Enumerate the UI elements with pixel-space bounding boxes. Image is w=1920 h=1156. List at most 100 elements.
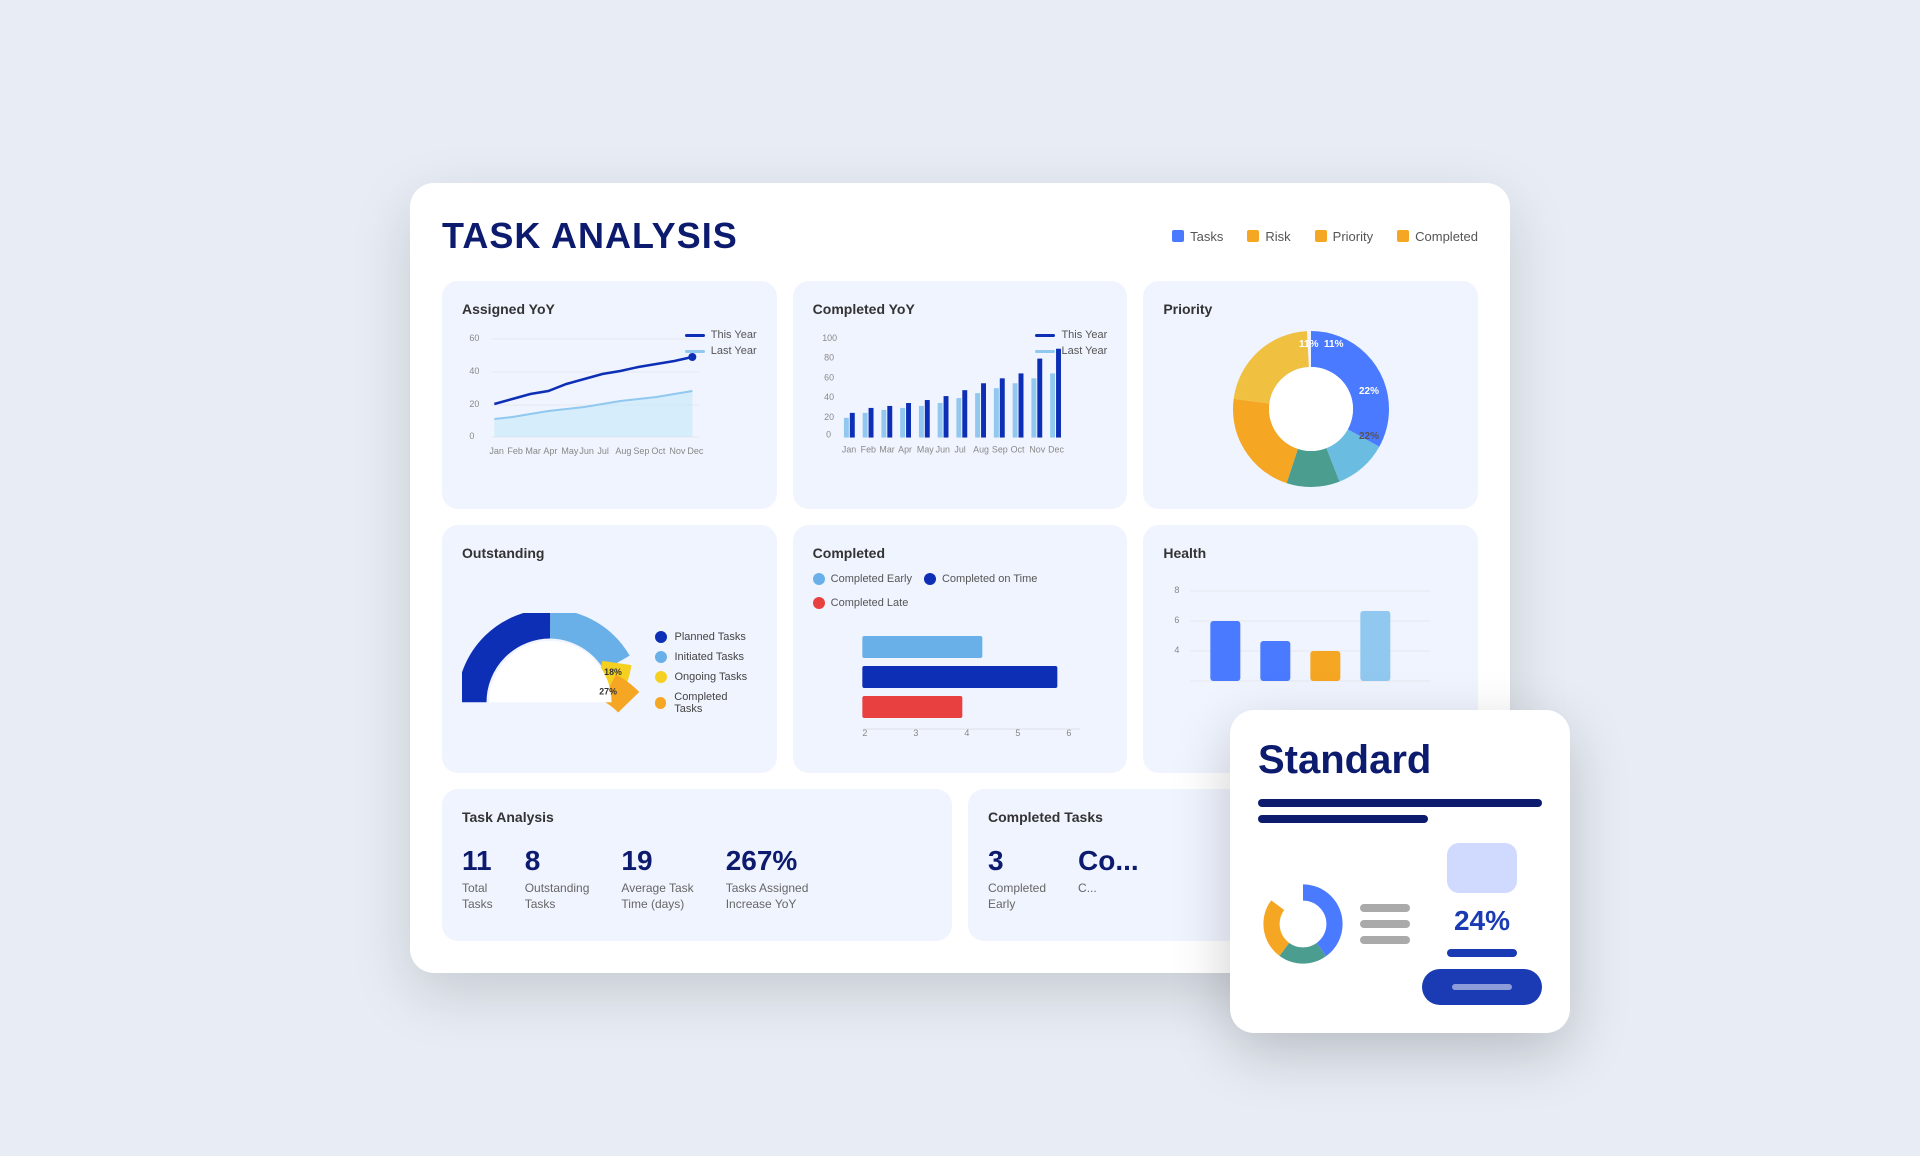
assigned-yoy-legend: This Year Last Year (685, 329, 757, 357)
svg-text:33%: 33% (1273, 405, 1293, 416)
svg-text:27%: 27% (599, 687, 617, 697)
stat-outstanding-tasks: 8 OutstandingTasks (525, 845, 590, 912)
svg-text:Oct: Oct (1010, 445, 1024, 455)
completed-tasks-legend: Completed Tasks (655, 691, 757, 715)
stat-total-tasks-value: 11 (462, 845, 493, 877)
standard-bottom: 24% (1258, 843, 1542, 1005)
svg-text:4: 4 (1175, 645, 1180, 655)
stat-completed-other-value: Co... (1078, 845, 1139, 877)
svg-text:Jan: Jan (489, 446, 504, 456)
standard-percent-area: 24% (1422, 843, 1542, 1005)
legend-priority[interactable]: Priority (1315, 229, 1373, 244)
page-title: TASK ANALYSIS (442, 215, 738, 257)
svg-text:20: 20 (824, 412, 834, 422)
svg-text:Sep: Sep (992, 445, 1008, 455)
legend-tasks-label: Tasks (1190, 229, 1223, 244)
stat-avg-time-label: Average TaskTime (days) (621, 881, 693, 912)
stat-increase-yoy-label: Tasks AssignedIncrease YoY (726, 881, 809, 912)
svg-text:Dec: Dec (1048, 445, 1064, 455)
completed-yoy-title: Completed YoY (813, 301, 1108, 317)
stat-total-tasks-label: TotalTasks (462, 881, 493, 912)
completed-bars-title: Completed (813, 545, 1108, 561)
svg-text:Feb: Feb (860, 445, 875, 455)
task-analysis-stats: 11 TotalTasks 8 OutstandingTasks 19 Aver… (462, 837, 932, 920)
task-analysis-title: Task Analysis (462, 809, 932, 825)
planned-tasks-legend: Planned Tasks (655, 631, 757, 643)
legend-completed[interactable]: Completed (1397, 229, 1478, 244)
stat-increase-yoy: 267% Tasks AssignedIncrease YoY (726, 845, 809, 912)
standard-card-title: Standard (1258, 738, 1542, 783)
svg-text:3: 3 (913, 728, 918, 738)
stat-completed-early: 3 CompletedEarly (988, 845, 1046, 912)
priority-card: Priority (1143, 281, 1478, 509)
svg-text:60: 60 (824, 373, 834, 383)
svg-text:8: 8 (1175, 585, 1180, 595)
stat-outstanding-tasks-value: 8 (525, 845, 590, 877)
legend-this-year: This Year (685, 329, 757, 341)
svg-text:5: 5 (1015, 728, 1020, 738)
svg-text:Apr: Apr (543, 446, 557, 456)
stat-increase-yoy-value: 267% (726, 845, 809, 877)
top-charts-row: Assigned YoY This Year Last Year (442, 281, 1478, 509)
svg-text:27%: 27% (489, 690, 507, 700)
svg-text:27%: 27% (548, 648, 566, 658)
priority-donut-container: 33% 22% 22% 11% 11% (1163, 329, 1458, 489)
svg-text:Nov: Nov (669, 446, 686, 456)
standard-lines (1360, 904, 1410, 944)
standard-mini-donut (1258, 879, 1348, 969)
legend-risk[interactable]: Risk (1247, 229, 1290, 244)
outstanding-legend: Planned Tasks Initiated Tasks Ongoing Ta… (655, 611, 757, 715)
svg-text:2: 2 (862, 728, 867, 738)
outstanding-semichart: 27% 27% 18% 27% (462, 613, 639, 713)
dashboard-header: TASK ANALYSIS Tasks Risk Priority Comple… (442, 215, 1478, 257)
legend-last-year-2: Last Year (1035, 345, 1107, 357)
stat-completed-early-value: 3 (988, 845, 1046, 877)
legend-last-year: Last Year (685, 345, 757, 357)
outstanding-title: Outstanding (462, 545, 757, 561)
ongoing-tasks-legend: Ongoing Tasks (655, 671, 757, 683)
legend-completed-label: Completed (1415, 229, 1478, 244)
svg-text:100: 100 (822, 333, 837, 343)
completed-yoy-legend: This Year Last Year (1035, 329, 1107, 357)
svg-text:Jul: Jul (954, 445, 965, 455)
priority-donut-svg: 33% 22% 22% 11% 11% (1211, 309, 1411, 509)
assigned-yoy-chart: This Year Last Year 60 40 20 0 (462, 329, 757, 489)
assigned-yoy-title: Assigned YoY (462, 301, 757, 317)
header-legend: Tasks Risk Priority Completed (1172, 229, 1478, 244)
svg-text:11%: 11% (1324, 339, 1344, 350)
svg-text:Jan: Jan (842, 445, 856, 455)
late-legend: Completed Late (813, 597, 909, 609)
stat-completed-early-label: CompletedEarly (988, 881, 1046, 912)
svg-text:Oct: Oct (651, 446, 666, 456)
percent-button[interactable] (1422, 969, 1542, 1005)
standard-bar-full (1258, 799, 1542, 807)
completed-yoy-card: Completed YoY This Year Last Year 10 (793, 281, 1128, 509)
svg-text:80: 80 (824, 353, 834, 363)
legend-tasks[interactable]: Tasks (1172, 229, 1223, 244)
svg-text:40: 40 (824, 392, 834, 402)
std-line-1 (1360, 904, 1410, 912)
outstanding-content: 27% 27% 18% 27% Planned Tasks Init (462, 573, 757, 753)
percent-line (1447, 949, 1517, 957)
stat-total-tasks: 11 TotalTasks (462, 845, 493, 912)
completed-bars-legend: Completed Early Completed on Time Comple… (813, 573, 1108, 609)
assigned-yoy-card: Assigned YoY This Year Last Year (442, 281, 777, 509)
early-legend: Completed Early (813, 573, 912, 585)
svg-text:40: 40 (469, 366, 479, 376)
standard-percent: 24% (1454, 905, 1510, 937)
stat-avg-time-value: 19 (621, 845, 693, 877)
svg-text:4: 4 (964, 728, 969, 738)
percent-badge (1447, 843, 1517, 893)
svg-text:22%: 22% (1359, 431, 1379, 442)
svg-text:18%: 18% (604, 667, 622, 677)
svg-text:May: May (561, 446, 579, 456)
svg-text:Jun: Jun (935, 445, 949, 455)
outstanding-card: Outstanding 2 (442, 525, 777, 773)
standard-bar-short (1258, 815, 1428, 823)
legend-this-year-2: This Year (1035, 329, 1107, 341)
svg-text:60: 60 (469, 333, 479, 343)
svg-text:6: 6 (1066, 728, 1071, 738)
svg-text:Apr: Apr (898, 445, 912, 455)
svg-text:Mar: Mar (525, 446, 541, 456)
svg-text:20: 20 (469, 399, 479, 409)
